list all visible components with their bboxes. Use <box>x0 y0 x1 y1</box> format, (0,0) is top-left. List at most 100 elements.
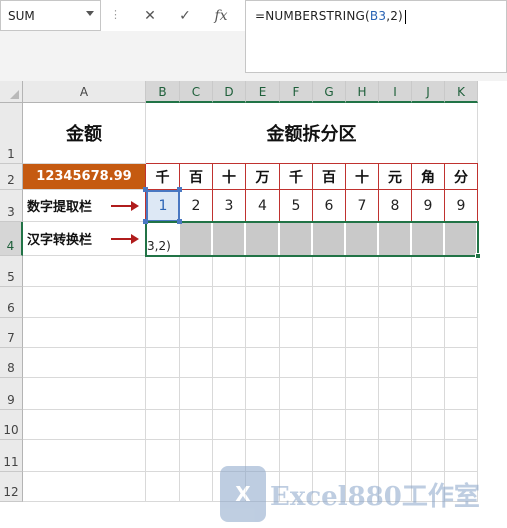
row-header-4[interactable]: 4 <box>0 222 23 256</box>
cell-H3[interactable]: 7 <box>346 190 379 222</box>
row-header-6[interactable]: 6 <box>0 287 23 318</box>
cell-I5[interactable] <box>379 256 412 287</box>
cell-A10[interactable] <box>23 410 146 440</box>
cell-F3[interactable]: 5 <box>280 190 313 222</box>
enter-check-icon[interactable]: ✓ <box>171 4 199 28</box>
cell-G6[interactable] <box>313 287 346 318</box>
cell-B9[interactable] <box>146 378 180 410</box>
name-box[interactable]: SUM <box>0 0 101 31</box>
cell-I10[interactable] <box>379 410 412 440</box>
cell-A6[interactable] <box>23 287 146 318</box>
chevron-down-icon[interactable] <box>86 11 94 16</box>
insert-function-icon[interactable]: fx <box>207 4 235 28</box>
cell-A11[interactable] <box>23 440 146 472</box>
row-header-5[interactable]: 5 <box>0 256 23 287</box>
cell-D9[interactable] <box>213 378 246 410</box>
cell-G7[interactable] <box>313 318 346 348</box>
cell-E8[interactable] <box>246 348 280 378</box>
row-header-7[interactable]: 7 <box>0 318 23 348</box>
cell-D8[interactable] <box>213 348 246 378</box>
row-header-12[interactable]: 12 <box>0 472 23 502</box>
cell-C7[interactable] <box>180 318 213 348</box>
cell-F10[interactable] <box>280 410 313 440</box>
cell-J6[interactable] <box>412 287 445 318</box>
cell-G8[interactable] <box>313 348 346 378</box>
cell-F6[interactable] <box>280 287 313 318</box>
cell-D10[interactable] <box>213 410 246 440</box>
row-header-3[interactable]: 3 <box>0 190 23 222</box>
cell-A9[interactable] <box>23 378 146 410</box>
cell-I6[interactable] <box>379 287 412 318</box>
row-header-2[interactable]: 2 <box>0 164 23 190</box>
cell-J3[interactable]: 9 <box>412 190 445 222</box>
cell-B2[interactable]: 千 <box>146 164 180 190</box>
column-header-G[interactable]: G <box>313 81 346 103</box>
select-all-corner[interactable] <box>0 81 23 103</box>
cell-A4[interactable]: 汉字转换栏 <box>23 222 146 256</box>
cell-C3[interactable]: 2 <box>180 190 213 222</box>
cell-A2[interactable]: 12345678.99 <box>23 164 146 190</box>
header-cell-b1[interactable]: 金额拆分区 <box>146 103 478 164</box>
cell-E9[interactable] <box>246 378 280 410</box>
row-header-11[interactable]: 11 <box>0 440 23 472</box>
cell-K10[interactable] <box>445 410 478 440</box>
cell-F7[interactable] <box>280 318 313 348</box>
cell-E5[interactable] <box>246 256 280 287</box>
cell-J8[interactable] <box>412 348 445 378</box>
cell-H6[interactable] <box>346 287 379 318</box>
cell-G10[interactable] <box>313 410 346 440</box>
cell-I7[interactable] <box>379 318 412 348</box>
cell-J2[interactable]: 角 <box>412 164 445 190</box>
cell-K3[interactable]: 9 <box>445 190 478 222</box>
cell-K7[interactable] <box>445 318 478 348</box>
column-header-J[interactable]: J <box>412 81 445 103</box>
cell-J7[interactable] <box>412 318 445 348</box>
column-header-A[interactable]: A <box>23 81 146 103</box>
cell-E6[interactable] <box>246 287 280 318</box>
reference-handle[interactable] <box>177 187 182 192</box>
cell-I2[interactable]: 元 <box>379 164 412 190</box>
column-header-I[interactable]: I <box>379 81 412 103</box>
cancel-icon[interactable]: ✕ <box>136 4 164 28</box>
cell-A7[interactable] <box>23 318 146 348</box>
row-header-1[interactable]: 1 <box>0 103 23 164</box>
cell-H9[interactable] <box>346 378 379 410</box>
cell-A12[interactable] <box>23 472 146 502</box>
fill-handle[interactable] <box>475 253 481 259</box>
cell-F2[interactable]: 千 <box>280 164 313 190</box>
cell-D5[interactable] <box>213 256 246 287</box>
cell-G9[interactable] <box>313 378 346 410</box>
cell-I3[interactable]: 8 <box>379 190 412 222</box>
cell-K8[interactable] <box>445 348 478 378</box>
cell-E3[interactable]: 4 <box>246 190 280 222</box>
cell-H7[interactable] <box>346 318 379 348</box>
cell-K6[interactable] <box>445 287 478 318</box>
column-header-C[interactable]: C <box>180 81 213 103</box>
column-header-F[interactable]: F <box>280 81 313 103</box>
reference-handle[interactable] <box>143 219 148 224</box>
cell-G3[interactable]: 6 <box>313 190 346 222</box>
cell-G2[interactable]: 百 <box>313 164 346 190</box>
cell-H2[interactable]: 十 <box>346 164 379 190</box>
column-header-H[interactable]: H <box>346 81 379 103</box>
cell-C9[interactable] <box>180 378 213 410</box>
row-header-9[interactable]: 9 <box>0 378 23 410</box>
cell-D7[interactable] <box>213 318 246 348</box>
cell-B3[interactable]: 1 <box>146 190 180 222</box>
reference-handle[interactable] <box>143 187 148 192</box>
column-header-K[interactable]: K <box>445 81 478 103</box>
cell-K9[interactable] <box>445 378 478 410</box>
column-header-D[interactable]: D <box>213 81 246 103</box>
cell-B12[interactable] <box>146 472 180 502</box>
cell-B10[interactable] <box>146 410 180 440</box>
cell-A8[interactable] <box>23 348 146 378</box>
cell-F5[interactable] <box>280 256 313 287</box>
cell-B7[interactable] <box>146 318 180 348</box>
cell-F8[interactable] <box>280 348 313 378</box>
cell-D6[interactable] <box>213 287 246 318</box>
cell-B11[interactable] <box>146 440 180 472</box>
cell-B6[interactable] <box>146 287 180 318</box>
cell-J5[interactable] <box>412 256 445 287</box>
cell-K2[interactable]: 分 <box>445 164 478 190</box>
cell-C6[interactable] <box>180 287 213 318</box>
